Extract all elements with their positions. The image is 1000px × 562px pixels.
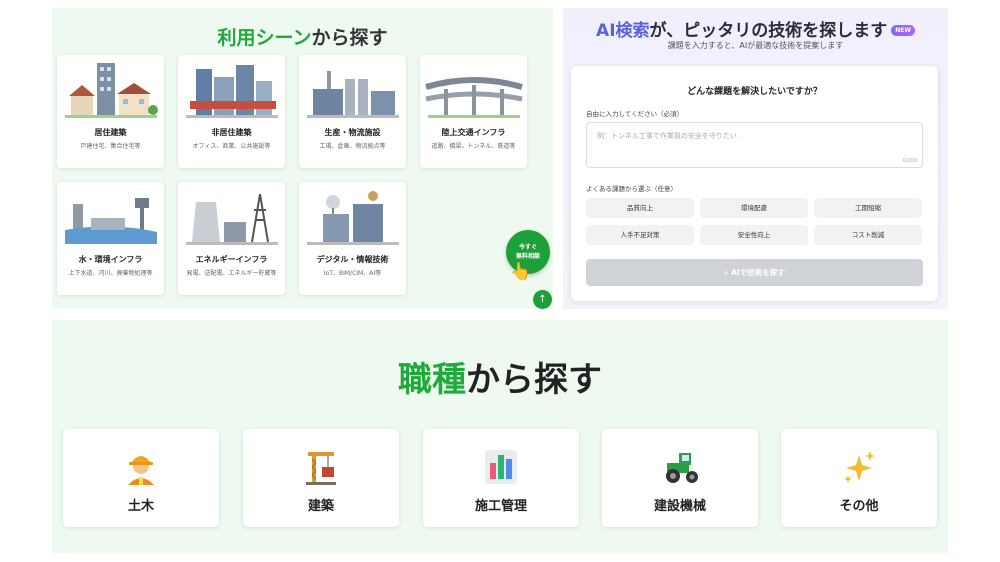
scene-card-energy[interactable]: エネルギーインフラ 発電、送配電、エネルギー貯蔵等 — [178, 182, 285, 295]
scene-title: 利用シーンから探す — [52, 23, 553, 50]
job-card-label: 施工管理 — [423, 495, 579, 514]
chip-quality[interactable]: 品質向上 — [586, 198, 694, 218]
scene-card-name: デジタル・情報技術 — [299, 254, 406, 265]
new-badge: NEW — [891, 25, 915, 36]
scene-card-name: エネルギーインフラ — [178, 254, 285, 265]
tractor-icon — [663, 449, 701, 485]
scene-card-name: 居住建築 — [57, 127, 164, 138]
highway-bridge-icon — [424, 55, 524, 123]
chart-icon — [484, 449, 518, 485]
scene-card-name: 非居住建築 — [178, 127, 285, 138]
char-counter: 0/200 — [903, 158, 917, 164]
chip-labor-shortage[interactable]: 人手不足対策 — [586, 225, 694, 245]
scene-card-transport[interactable]: 陸上交通インフラ 道路、橋梁、トンネル、鉄道等 — [420, 55, 527, 168]
scene-card-sub: 工場、倉庫、物流拠点等 — [299, 141, 406, 150]
ai-search-button[interactable]: ⌕ AIで技術を探す — [586, 259, 923, 286]
job-card-machinery[interactable]: 建設機械 — [602, 429, 758, 527]
scene-card-sub: オフィス、商業、公共施設等 — [178, 141, 285, 150]
job-card-label: 建築 — [243, 495, 399, 514]
scene-card-water[interactable]: 水・環境インフラ 上下水道、河川、廃棄物処理等 — [57, 182, 164, 295]
job-card-label: その他 — [781, 495, 937, 514]
pointing-hand-icon: 👆 — [510, 262, 531, 282]
scene-card-residential[interactable]: 居住建築 戸建住宅、集合住宅等 — [57, 55, 164, 168]
scene-card-non-residential[interactable]: 非居住建築 オフィス、商業、公共施設等 — [178, 55, 285, 168]
textarea-placeholder: 例：トンネル工事で作業員の安全を守りたい — [597, 132, 737, 140]
scene-card-name: 陸上交通インフラ — [420, 127, 527, 138]
digital-facility-icon — [303, 182, 403, 250]
ai-search-subtitle: 課題を入力すると、AIが最適な技術を提案します — [563, 40, 948, 51]
chip-schedule[interactable]: 工期短縮 — [814, 198, 922, 218]
job-card-other[interactable]: その他 — [781, 429, 937, 527]
job-card-construction-management[interactable]: 施工管理 — [423, 429, 579, 527]
crane-icon — [304, 449, 338, 485]
chip-cost[interactable]: コスト削減 — [814, 225, 922, 245]
scene-card-name: 生産・物流施設 — [299, 127, 406, 138]
ai-question: どんな課題を解決したいですか？ — [571, 84, 938, 97]
ai-search-title: AI検索が、ピッタリの技術を探しますNEW — [563, 16, 948, 41]
scene-card-sub: 戸建住宅、集合住宅等 — [57, 141, 164, 150]
scene-card-sub: 道路、橋梁、トンネル、鉄道等 — [420, 141, 527, 150]
job-card-civil[interactable]: 土木 — [63, 429, 219, 527]
job-card-architecture[interactable]: 建築 — [243, 429, 399, 527]
scene-card-digital[interactable]: デジタル・情報技術 IoT、BIM/CIM、AI等 — [299, 182, 406, 295]
power-plant-icon — [182, 182, 282, 250]
common-issues-label: よくある課題から選ぶ（任意） — [586, 183, 677, 193]
factory-icon — [303, 55, 403, 123]
ai-search-section: AI検索が、ピッタリの技術を探しますNEW 課題を入力すると、AIが最適な技術を… — [563, 8, 948, 309]
ai-search-form: どんな課題を解決したいですか？ 自由に入力してください（必須） 例：トンネル工事… — [571, 66, 938, 301]
job-card-label: 土木 — [63, 495, 219, 514]
office-building-icon — [182, 55, 282, 123]
scene-card-sub: 発電、送配電、エネルギー貯蔵等 — [178, 268, 285, 277]
job-type-section: 職種から探す 土木 建築 施工管理 — [52, 320, 948, 553]
scene-section: 利用シーンから探す 居住建築 戸建住宅、集合住宅等 非居住建築 オフィス、商業、… — [52, 8, 553, 309]
scene-card-sub: 上下水道、河川、廃棄物処理等 — [57, 268, 164, 277]
residential-building-icon — [61, 55, 161, 123]
scroll-top-button[interactable]: ↑ — [533, 290, 552, 309]
job-type-title: 職種から探す — [52, 352, 948, 401]
sparkles-icon — [842, 449, 876, 485]
chip-environment[interactable]: 環境配慮 — [700, 198, 808, 218]
scene-card-name: 水・環境インフラ — [57, 254, 164, 265]
water-plant-icon — [61, 182, 161, 250]
scene-card-production[interactable]: 生産・物流施設 工場、倉庫、物流拠点等 — [299, 55, 406, 168]
worker-icon — [124, 449, 158, 485]
input-label: 自由に入力してください（必須） — [586, 108, 683, 118]
issue-textarea[interactable]: 例：トンネル工事で作業員の安全を守りたい 0/200 — [586, 122, 923, 168]
job-card-label: 建設機械 — [602, 495, 758, 514]
scene-card-sub: IoT、BIM/CIM、AI等 — [299, 268, 406, 277]
chip-safety[interactable]: 安全性向上 — [700, 225, 808, 245]
